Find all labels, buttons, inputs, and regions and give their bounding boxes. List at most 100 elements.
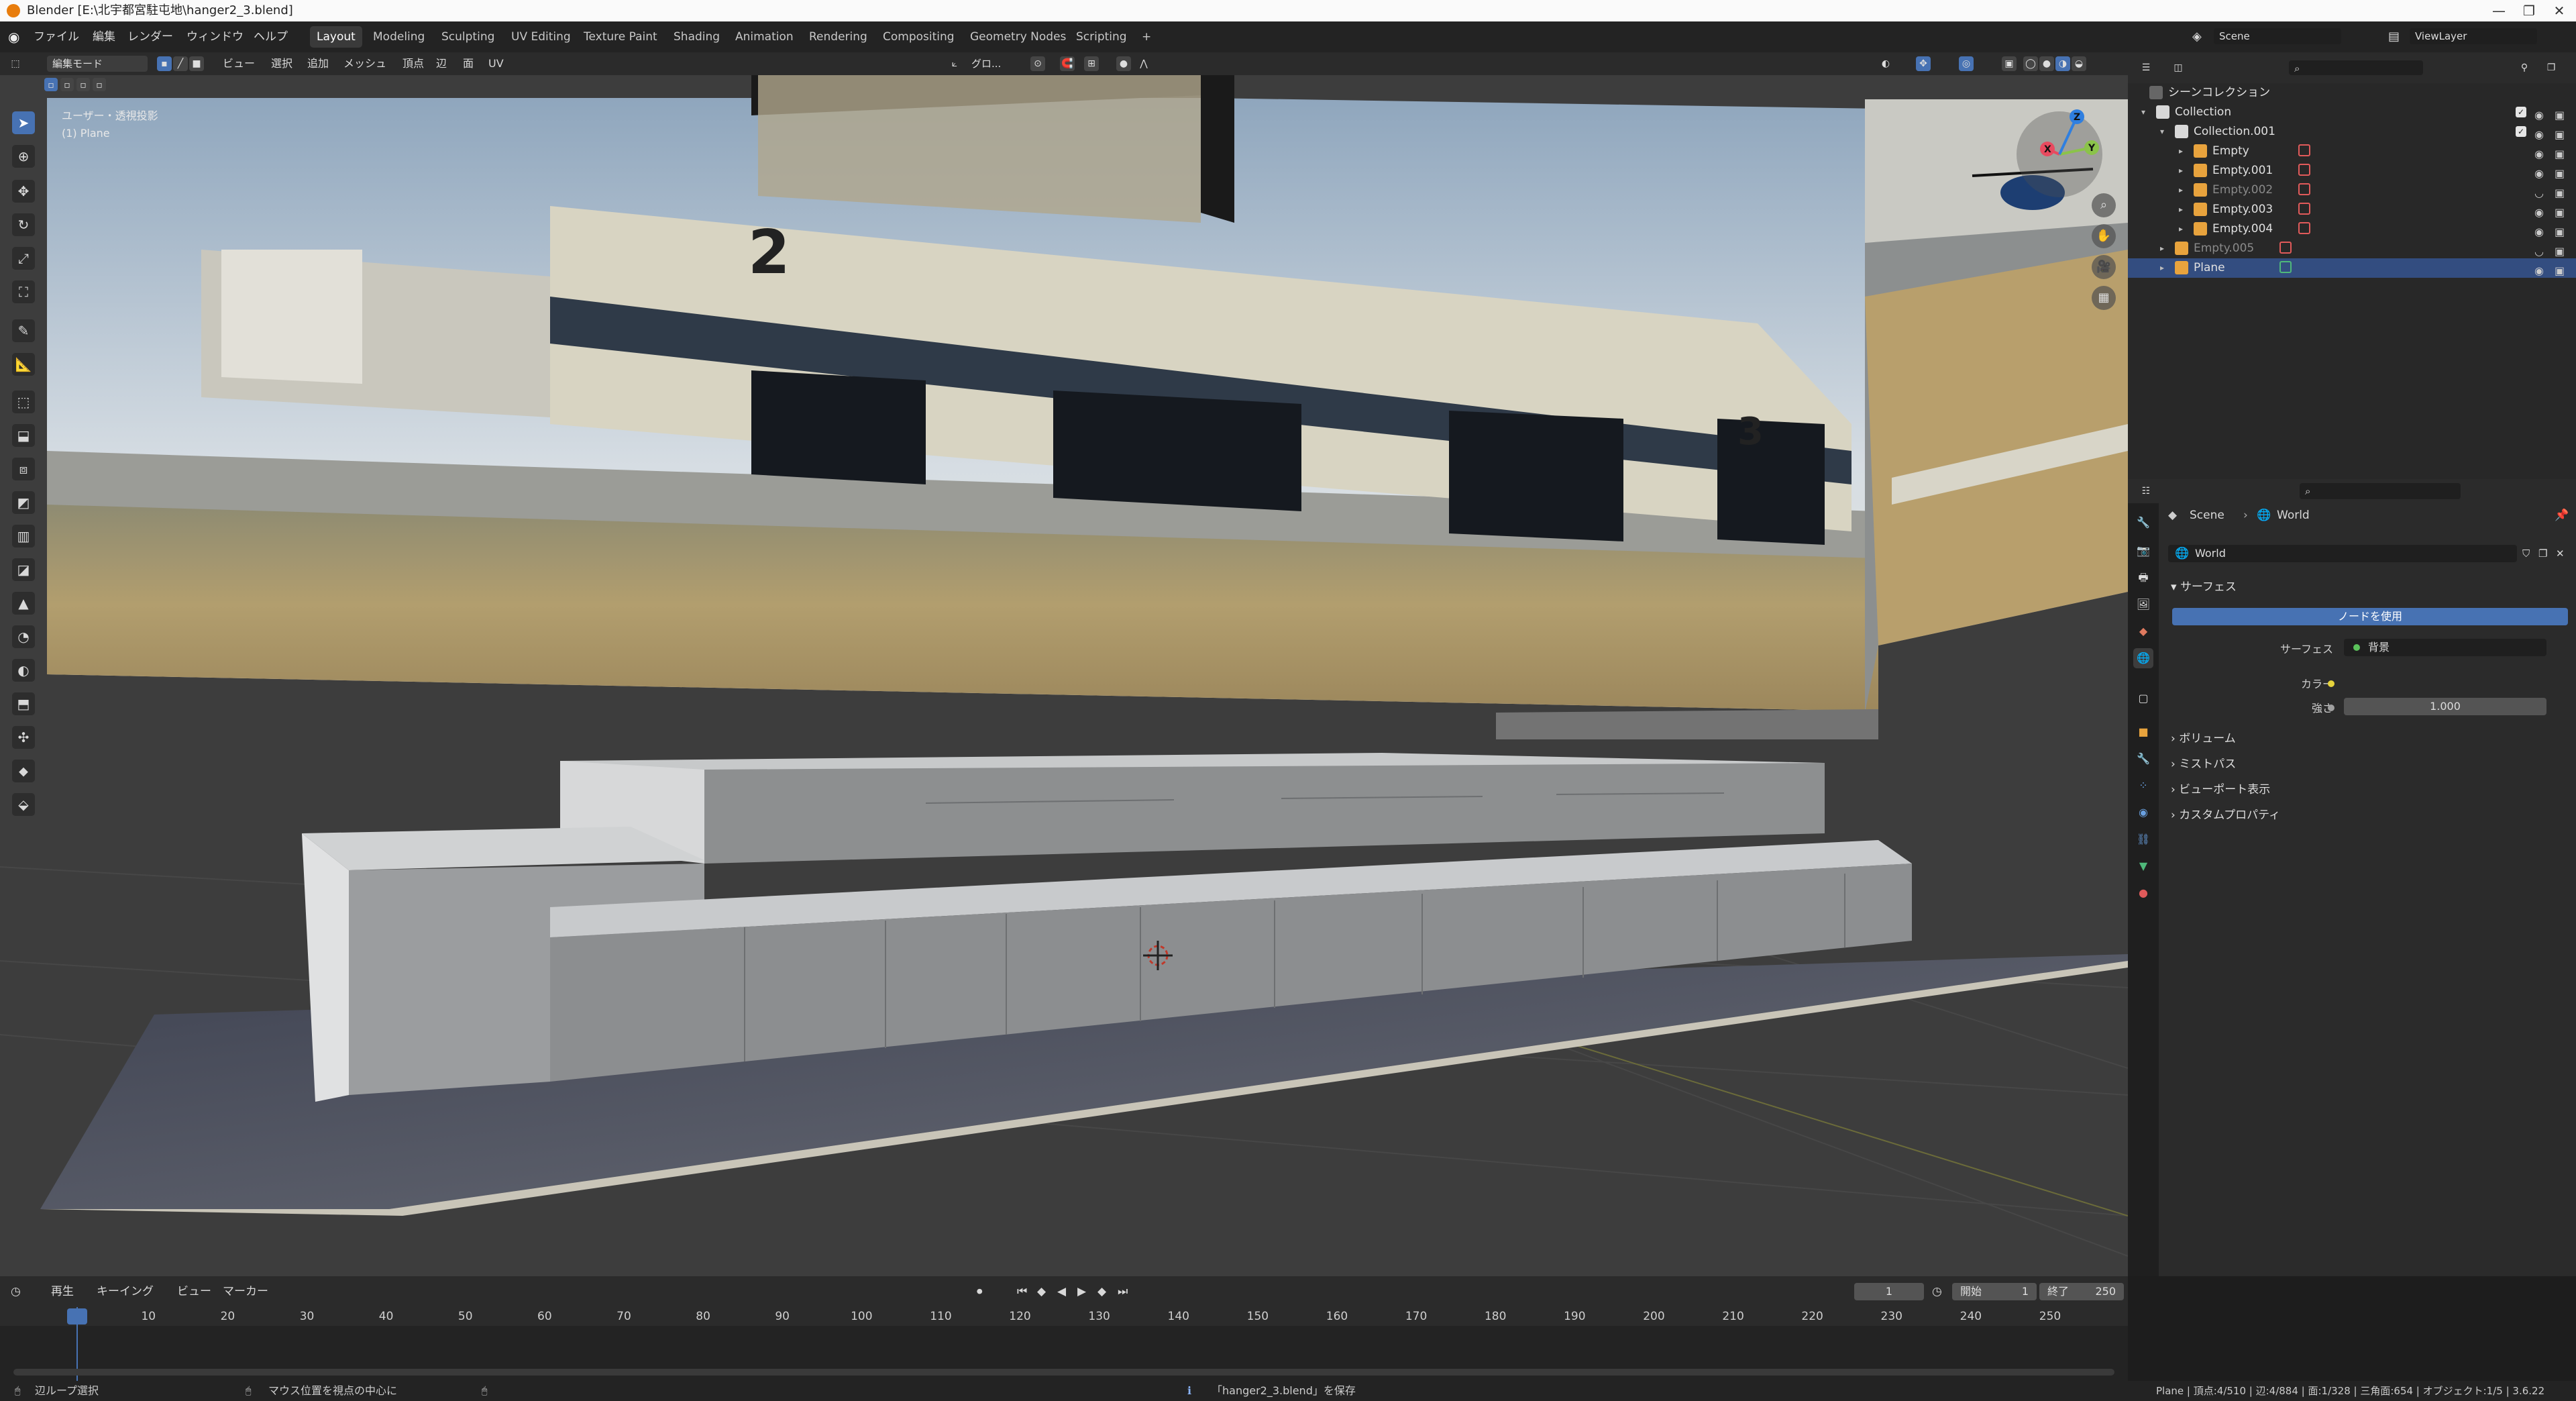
select-intersect-mode-icon[interactable]: ▫ bbox=[93, 78, 106, 91]
3d-viewport[interactable]: 2 3 bbox=[0, 75, 2128, 1276]
scene-selector[interactable]: Scene bbox=[2214, 28, 2341, 44]
material-tab-icon[interactable]: ● bbox=[2133, 883, 2153, 903]
shading-wireframe-icon[interactable]: ◯ bbox=[2023, 56, 2038, 71]
timeline-ruler[interactable]: 1102030405060708090100110120130140150160… bbox=[0, 1310, 2128, 1326]
menu-edit[interactable]: 編集 bbox=[93, 21, 115, 52]
exclude-checkbox[interactable]: ✓ bbox=[2516, 107, 2526, 117]
extrude-tool-icon[interactable]: ⬓ bbox=[12, 424, 35, 447]
expand-chevron-icon[interactable]: ▸ bbox=[2179, 161, 2183, 180]
world-datablock-field[interactable]: World bbox=[2168, 545, 2517, 562]
pin-icon[interactable]: 📌 bbox=[2555, 509, 2569, 522]
menu-add[interactable]: 追加 bbox=[307, 52, 329, 75]
edge-slide-tool-icon[interactable]: ⬒ bbox=[12, 692, 35, 715]
prev-keyframe-icon[interactable]: ◆ bbox=[1037, 1276, 1046, 1307]
tab-geometry-nodes[interactable]: Geometry Nodes bbox=[963, 26, 1073, 48]
menu-select[interactable]: 選択 bbox=[271, 52, 292, 75]
timeline-scrollbar[interactable] bbox=[13, 1369, 2114, 1376]
outliner-search-input[interactable]: ⌕ bbox=[2289, 60, 2423, 75]
blender-menu-icon[interactable]: ◉ bbox=[8, 21, 19, 52]
shear-tool-icon[interactable]: ⬥ bbox=[12, 760, 35, 782]
expand-chevron-icon[interactable]: ▸ bbox=[2179, 142, 2183, 161]
move-tool-icon[interactable]: ✥ bbox=[12, 180, 35, 203]
exclude-checkbox[interactable]: ✓ bbox=[2516, 126, 2526, 137]
tab-rendering[interactable]: Rendering bbox=[802, 26, 874, 48]
outliner-row[interactable]: ▸ Empty.002 ◡ ▣ bbox=[2128, 180, 2576, 200]
jump-end-icon[interactable]: ⏭ bbox=[1118, 1276, 1128, 1307]
visibility-eye-icon[interactable]: ◉ bbox=[2534, 261, 2544, 280]
unlink-world-icon[interactable]: ✕ bbox=[2556, 545, 2565, 562]
select-box-mode-icon[interactable]: ▫ bbox=[44, 78, 58, 91]
zoom-icon[interactable]: ⌕ bbox=[2092, 193, 2116, 217]
rotate-tool-icon[interactable]: ↻ bbox=[12, 213, 35, 236]
frame-end-field[interactable]: 終了 250 bbox=[2039, 1283, 2124, 1300]
outliner-root[interactable]: シーンコレクション bbox=[2128, 83, 2576, 103]
current-frame-field[interactable]: 1 bbox=[1854, 1283, 1924, 1300]
filter-icon[interactable]: ⚲ bbox=[2517, 60, 2532, 75]
outliner-editor-type-icon[interactable]: ☰ bbox=[2139, 60, 2153, 75]
volume-panel-header[interactable]: › ボリューム bbox=[2171, 729, 2236, 749]
menu-window[interactable]: ウィンドウ bbox=[186, 21, 244, 52]
select-extend-mode-icon[interactable]: ▫ bbox=[60, 78, 74, 91]
rip-tool-icon[interactable]: ⬙ bbox=[12, 793, 35, 816]
spin-tool-icon[interactable]: ◔ bbox=[12, 625, 35, 648]
tab-animation[interactable]: Animation bbox=[729, 26, 800, 48]
cursor-tool-icon[interactable]: ⊕ bbox=[12, 145, 35, 168]
edge-select-icon[interactable]: ╱ bbox=[173, 56, 188, 71]
duplicate-world-icon[interactable]: ❐ bbox=[2538, 545, 2547, 562]
viewport-display-panel-header[interactable]: › ビューポート表示 bbox=[2171, 780, 2270, 800]
ortho-toggle-icon[interactable]: ▦ bbox=[2092, 286, 2116, 310]
outliner-row[interactable]: ▸ Empty.003 ◉ ▣ bbox=[2128, 200, 2576, 219]
constraints-tab-icon[interactable]: ⛓ bbox=[2133, 829, 2153, 849]
expand-chevron-icon[interactable]: ▸ bbox=[2160, 258, 2164, 278]
jump-start-icon[interactable]: ⏮ bbox=[1017, 1276, 1027, 1307]
strength-field[interactable]: 1.000 bbox=[2344, 698, 2546, 715]
menu-timeline-view[interactable]: ビュー bbox=[177, 1276, 211, 1307]
timeline[interactable]: 1102030405060708090100110120130140150160… bbox=[0, 1307, 2128, 1381]
render-visibility-icon[interactable]: ▣ bbox=[2555, 261, 2565, 280]
expand-chevron-icon[interactable]: ▸ bbox=[2179, 219, 2183, 239]
play-icon[interactable]: ▶ bbox=[1077, 1276, 1086, 1307]
gizmo-toggle-icon[interactable]: ✥ bbox=[1916, 56, 1931, 71]
navigation-gizmo[interactable]: X Y Z bbox=[2012, 107, 2106, 201]
properties-editor-type-icon[interactable]: ☷ bbox=[2139, 484, 2153, 499]
object-tab-icon[interactable]: ■ bbox=[2133, 722, 2153, 742]
shading-solid-icon[interactable]: ● bbox=[2039, 56, 2054, 71]
add-workspace-button[interactable]: + bbox=[1135, 26, 1158, 48]
record-icon[interactable]: ⏺ bbox=[977, 1276, 983, 1307]
select-subtract-mode-icon[interactable]: ▫ bbox=[76, 78, 90, 91]
proportional-edit-icon[interactable]: ● bbox=[1116, 56, 1131, 71]
outliner-row[interactable]: ▸ Empty.001 ◉ ▣ bbox=[2128, 161, 2576, 180]
overlay-toggle-icon[interactable]: ◎ bbox=[1959, 56, 1974, 71]
surface-panel-header[interactable]: ▾ サーフェス bbox=[2171, 577, 2237, 597]
display-mode-icon[interactable]: ◫ bbox=[2171, 60, 2186, 75]
visibility-icon[interactable]: ◐ bbox=[1878, 56, 1893, 71]
menu-vertex[interactable]: 頂点 bbox=[402, 52, 424, 75]
outliner-row[interactable]: ▸ Empty.005 ◡ ▣ bbox=[2128, 239, 2576, 258]
camera-view-icon[interactable]: 🎥 bbox=[2092, 255, 2116, 279]
menu-mesh[interactable]: メッシュ bbox=[343, 52, 386, 75]
properties-search-input[interactable]: ⌕ bbox=[2300, 483, 2461, 499]
pan-hand-icon[interactable]: ✋ bbox=[2092, 224, 2116, 248]
menu-edge[interactable]: 辺 bbox=[436, 52, 447, 75]
smooth-tool-icon[interactable]: ◐ bbox=[12, 659, 35, 682]
menu-view[interactable]: ビュー bbox=[223, 52, 255, 75]
next-keyframe-icon[interactable]: ◆ bbox=[1097, 1276, 1106, 1307]
expand-chevron-icon[interactable]: ▸ bbox=[2179, 180, 2183, 200]
editor-type-icon[interactable]: ⬚ bbox=[8, 56, 23, 71]
shrink-tool-icon[interactable]: ✣ bbox=[12, 726, 35, 749]
custom-properties-panel-header[interactable]: › カスタムプロパティ bbox=[2171, 805, 2280, 825]
tab-layout[interactable]: Layout bbox=[310, 26, 362, 48]
inset-tool-icon[interactable]: ⧈ bbox=[12, 458, 35, 480]
menu-render[interactable]: レンダー bbox=[127, 21, 173, 52]
shading-material-icon[interactable]: ◑ bbox=[2055, 56, 2070, 71]
surface-shader-field[interactable]: 背景 bbox=[2344, 639, 2546, 656]
physics-tab-icon[interactable]: ◉ bbox=[2133, 802, 2153, 823]
mist-panel-header[interactable]: › ミストパス bbox=[2171, 754, 2236, 774]
expand-chevron-icon[interactable]: ▾ bbox=[2141, 103, 2145, 122]
color-socket-icon[interactable] bbox=[2328, 680, 2334, 687]
tab-scripting[interactable]: Scripting bbox=[1069, 26, 1134, 48]
scale-tool-icon[interactable]: ⤢ bbox=[12, 247, 35, 270]
world-tab-icon[interactable]: 🌐 bbox=[2133, 648, 2153, 668]
tab-sculpting[interactable]: Sculpting bbox=[435, 26, 501, 48]
close-button[interactable]: ✕ bbox=[2536, 0, 2576, 21]
